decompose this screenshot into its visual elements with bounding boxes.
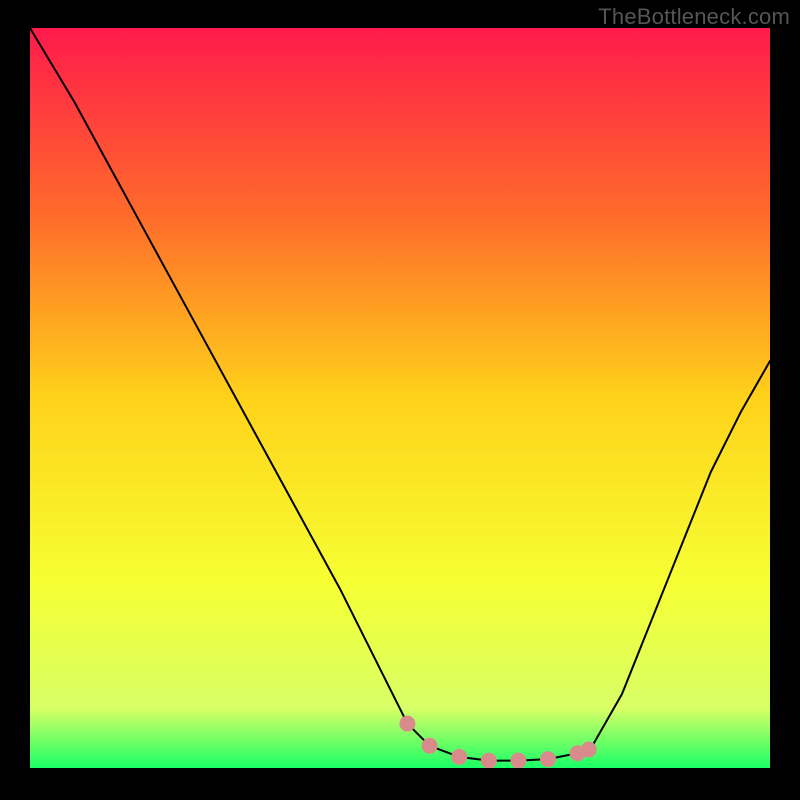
chart-background [30,28,770,768]
optimal-marker [510,753,526,768]
chart-svg [30,28,770,768]
optimal-marker [399,716,415,732]
optimal-marker [481,753,497,768]
bottleneck-chart [30,28,770,768]
optimal-marker [422,738,438,754]
chart-frame: TheBottleneck.com [0,0,800,800]
watermark-label: TheBottleneck.com [598,4,790,30]
optimal-marker [451,749,467,765]
optimal-marker [540,751,556,767]
optimal-marker [581,742,597,758]
